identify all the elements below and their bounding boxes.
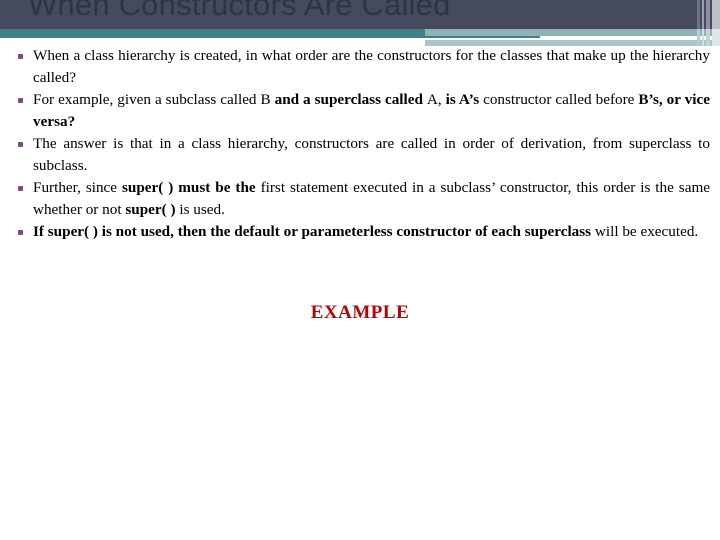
text-run-3: A, [426, 91, 446, 108]
header-white-strip-right [540, 36, 720, 41]
bullet-text-4: Further, since super( ) must be the firs… [33, 179, 710, 218]
text-run-5: constructor called before [483, 91, 639, 108]
bullet-text-5: If super( ) is not used, then the defaul… [33, 223, 698, 240]
text-run-4: super( ) [125, 200, 176, 218]
header-light-teal-band-right [425, 29, 720, 36]
text-run-1: Further, since [33, 179, 122, 196]
header-vertical-bar-4 [712, 0, 720, 46]
bullet-item-1: When a class hierarchy is created, in wh… [0, 45, 720, 88]
text-run-1: If super( ) is not used, then the defaul… [33, 223, 592, 240]
text-run-5: is used. [175, 200, 225, 218]
bullet-item-4: Further, since super( ) must be the firs… [0, 177, 720, 220]
text-run-1: The answer is that in a class hierarchy,… [33, 135, 710, 174]
text-run-4: is A’s [445, 91, 484, 108]
header-white-notch-left [0, 38, 12, 45]
header-vertical-bar-lower-2 [702, 29, 704, 46]
example-label: EXAMPLE [310, 302, 410, 323]
text-run-2: super( ) must be the [121, 179, 261, 196]
header-vertical-bar-2 [702, 0, 704, 46]
bullet-text-3: The answer is that in a class hierarchy,… [33, 135, 710, 174]
bullet-item-3: The answer is that in a class hierarchy,… [0, 133, 720, 176]
bullet-item-2: For example, given a subclass called B a… [0, 89, 720, 132]
bullet-list: When a class hierarchy is created, in wh… [0, 45, 720, 243]
slide-title: When Constructors Are Called [28, 0, 451, 22]
header-vertical-bar-3 [706, 0, 710, 46]
text-run-1: For example, given a subclass called B [33, 91, 275, 108]
text-run-2: and a superclass called [274, 91, 427, 108]
text-run-1: When a class hierarchy is created, in wh… [33, 47, 710, 86]
bullet-text-2: For example, given a subclass called B a… [33, 91, 710, 130]
bullet-text-1: When a class hierarchy is created, in wh… [33, 47, 710, 86]
header-vertical-bar-lower-3 [706, 29, 710, 46]
header-teal-band [0, 29, 720, 38]
slide-body: When a class hierarchy is created, in wh… [0, 45, 720, 244]
header-vertical-bar-1 [697, 0, 700, 46]
header-vertical-bar-lower-4 [712, 29, 720, 46]
text-run-2: will be executed. [591, 223, 699, 240]
header-vertical-bar-lower-1 [697, 29, 700, 46]
bullet-item-5: If super( ) is not used, then the defaul… [0, 221, 720, 243]
